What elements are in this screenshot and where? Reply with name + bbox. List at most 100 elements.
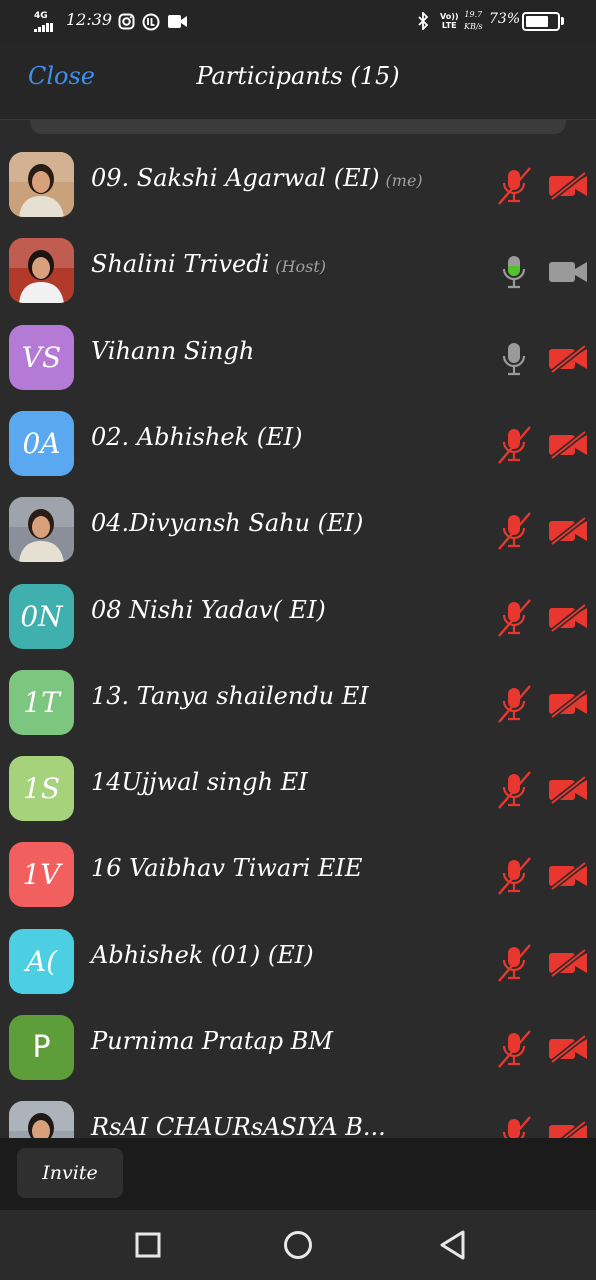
navigation-bar bbox=[0, 1210, 596, 1280]
microphone-icon[interactable] bbox=[496, 339, 532, 379]
participant-row[interactable]: 1V 16 Vaibhav Tiwari EIE bbox=[0, 830, 596, 916]
volte-indicator: Vo)) LTE bbox=[440, 12, 459, 30]
participant-row[interactable]: 04.Divyansh Sahu (EI) bbox=[0, 485, 596, 571]
avatar: 1T bbox=[9, 670, 74, 735]
instagram-icon bbox=[118, 13, 135, 30]
video-off-icon[interactable] bbox=[548, 689, 588, 719]
avatar: P bbox=[9, 1015, 74, 1080]
app-badge-icon bbox=[142, 13, 160, 31]
participant-role-tag: (me) bbox=[385, 171, 423, 190]
network-speed: 19.7 KB/s bbox=[464, 10, 483, 31]
mic-muted-icon[interactable] bbox=[496, 770, 532, 810]
participant-name: 14Ujjwal singh EI bbox=[91, 768, 308, 796]
mic-muted-icon[interactable] bbox=[496, 856, 532, 896]
participant-name: Abhishek (01) (EI) bbox=[91, 941, 314, 969]
video-off-icon[interactable] bbox=[548, 1120, 588, 1138]
video-off-icon[interactable] bbox=[548, 603, 588, 633]
header: Close Participants (15) bbox=[0, 44, 596, 120]
video-camera-icon[interactable] bbox=[548, 258, 588, 286]
battery-icon bbox=[522, 12, 560, 31]
participant-name-text: Vihann Singh bbox=[91, 337, 255, 365]
avatar: VS bbox=[9, 325, 74, 390]
participant-row[interactable]: 1S 14Ujjwal singh EI bbox=[0, 744, 596, 830]
mic-muted-icon[interactable] bbox=[496, 1029, 532, 1069]
participant-row[interactable]: Shalini Trivedi (Host) bbox=[0, 226, 596, 312]
avatar-initials: 1S bbox=[23, 772, 60, 805]
video-off-icon[interactable] bbox=[548, 775, 588, 805]
participant-row[interactable]: 09. Sakshi Agarwal (EI) (me) bbox=[0, 140, 596, 226]
avatar bbox=[9, 1101, 74, 1138]
microphone-icon[interactable] bbox=[496, 252, 532, 292]
avatar-initials: 0N bbox=[20, 600, 63, 633]
participant-name: RsAI CHAURsASIYA B... bbox=[91, 1113, 386, 1138]
participant-row[interactable]: 0A 02. Abhishek (EI) bbox=[0, 399, 596, 485]
avatar-initials: 1V bbox=[22, 858, 61, 891]
participant-name-text: 08 Nishi Yadav( EI) bbox=[91, 596, 326, 624]
participant-name: Shalini Trivedi (Host) bbox=[91, 250, 326, 278]
participant-name-text: 16 Vaibhav Tiwari EIE bbox=[91, 854, 363, 882]
avatar bbox=[9, 238, 74, 303]
participant-name-text: 13. Tanya shailendu EI bbox=[91, 682, 369, 710]
avatar: A( bbox=[9, 929, 74, 994]
participant-row[interactable]: RsAI CHAURsASIYA B... bbox=[0, 1089, 596, 1138]
bottom-bar: Invite bbox=[0, 1138, 596, 1210]
video-off-icon[interactable] bbox=[548, 171, 588, 201]
mic-muted-icon[interactable] bbox=[496, 511, 532, 551]
participant-name: 08 Nishi Yadav( EI) bbox=[91, 596, 326, 624]
signal-icon bbox=[34, 23, 53, 32]
participant-name-text: Abhishek (01) (EI) bbox=[91, 941, 314, 969]
mic-muted-icon[interactable] bbox=[496, 684, 532, 724]
participant-name-text: 14Ujjwal singh EI bbox=[91, 768, 308, 796]
mic-muted-icon[interactable] bbox=[496, 1115, 532, 1138]
mic-muted-icon[interactable] bbox=[496, 425, 532, 465]
participant-name-text: RsAI CHAURsASIYA B... bbox=[91, 1113, 386, 1138]
video-off-icon[interactable] bbox=[548, 861, 588, 891]
video-off-icon[interactable] bbox=[548, 948, 588, 978]
participant-name-text: 04.Divyansh Sahu (EI) bbox=[91, 509, 364, 537]
participant-name: 02. Abhishek (EI) bbox=[91, 423, 303, 451]
participant-row[interactable]: 1T 13. Tanya shailendu EI bbox=[0, 658, 596, 744]
video-recording-icon bbox=[168, 15, 187, 28]
avatar bbox=[9, 497, 74, 562]
participant-list[interactable]: 09. Sakshi Agarwal (EI) (me) Shalini Trive… bbox=[0, 140, 596, 1138]
avatar bbox=[9, 152, 74, 217]
mic-muted-icon[interactable] bbox=[496, 943, 532, 983]
video-off-icon[interactable] bbox=[548, 430, 588, 460]
avatar-initials: VS bbox=[21, 341, 62, 374]
avatar-initials: 0A bbox=[22, 427, 61, 460]
participant-name: Vihann Singh bbox=[91, 337, 254, 365]
avatar: 0N bbox=[9, 584, 74, 649]
network-type: 4G bbox=[34, 11, 48, 21]
avatar-initials: P bbox=[32, 1030, 51, 1065]
participant-row[interactable]: A( Abhishek (01) (EI) bbox=[0, 917, 596, 1003]
status-bar: 4G 12:39 Vo)) LTE 19.7 KB/s 73% bbox=[0, 0, 596, 44]
avatar-initials: A( bbox=[25, 945, 58, 978]
participant-name-text: Purnima Pratap BM bbox=[91, 1027, 333, 1055]
participant-name-text: Shalini Trivedi bbox=[91, 250, 270, 278]
battery-percent: 73% bbox=[489, 11, 521, 27]
participant-row[interactable]: P Purnima Pratap BM bbox=[0, 1003, 596, 1089]
participant-name: 09. Sakshi Agarwal (EI) (me) bbox=[91, 164, 423, 192]
participant-name: 04.Divyansh Sahu (EI) bbox=[91, 509, 363, 537]
recents-square-icon[interactable] bbox=[131, 1228, 165, 1262]
video-off-icon[interactable] bbox=[548, 1034, 588, 1064]
clock: 12:39 bbox=[66, 10, 113, 29]
video-off-icon[interactable] bbox=[548, 516, 588, 546]
avatar: 1V bbox=[9, 842, 74, 907]
back-triangle-icon[interactable] bbox=[436, 1228, 470, 1262]
participant-name: 13. Tanya shailendu EI bbox=[91, 682, 369, 710]
invite-button[interactable]: Invite bbox=[17, 1148, 123, 1198]
mic-muted-icon[interactable] bbox=[496, 166, 532, 206]
participant-role-tag: (Host) bbox=[275, 257, 326, 276]
participant-name-text: 02. Abhishek (EI) bbox=[91, 423, 303, 451]
participant-row[interactable]: VS Vihann Singh bbox=[0, 313, 596, 399]
avatar-initials: 1T bbox=[23, 686, 60, 719]
video-off-icon[interactable] bbox=[548, 344, 588, 374]
participant-name-text: 09. Sakshi Agarwal (EI) bbox=[91, 164, 380, 192]
avatar: 0A bbox=[9, 411, 74, 476]
mic-muted-icon[interactable] bbox=[496, 598, 532, 638]
search-bar-edge[interactable] bbox=[30, 120, 566, 134]
home-circle-icon[interactable] bbox=[281, 1228, 315, 1262]
participant-name: 16 Vaibhav Tiwari EIE bbox=[91, 854, 362, 882]
participant-row[interactable]: 0N 08 Nishi Yadav( EI) bbox=[0, 572, 596, 658]
